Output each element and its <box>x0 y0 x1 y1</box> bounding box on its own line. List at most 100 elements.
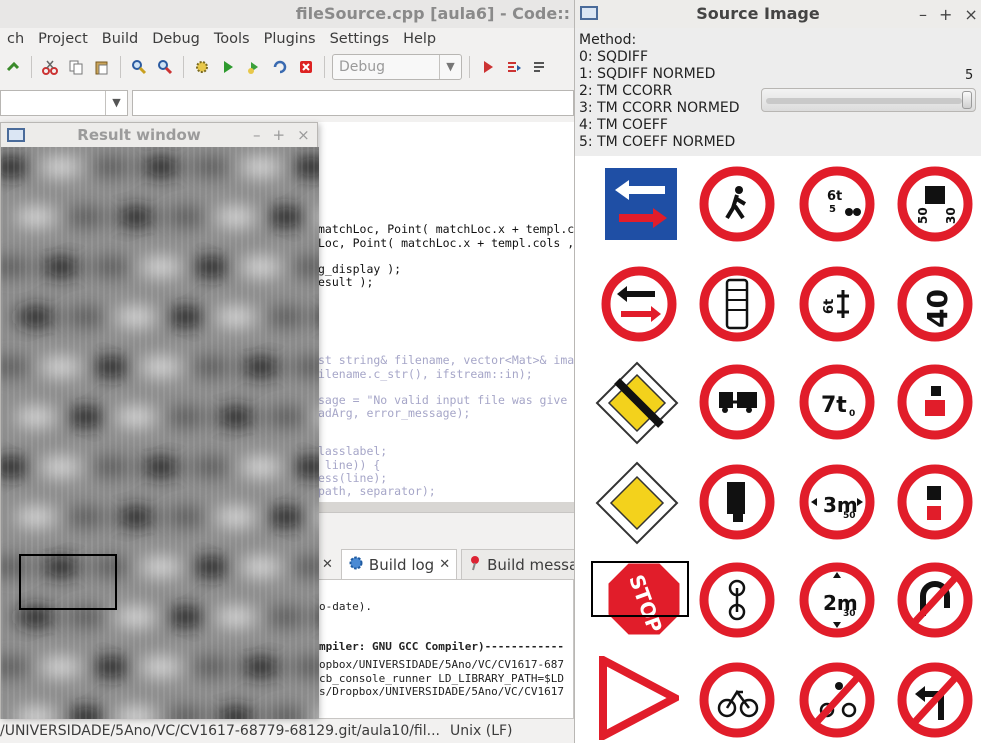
toolbar-divider <box>183 56 184 78</box>
code-line: adArg, error_message); <box>318 406 471 420</box>
axle-limit-label-a: 50 <box>916 207 930 224</box>
no-dangerous-goods-sign <box>895 362 975 442</box>
tab-previous-close[interactable]: ✕ <box>318 549 337 579</box>
one-way-priority-sign <box>605 168 685 248</box>
build-target-select[interactable]: Debug ▼ <box>332 54 462 80</box>
maximize-icon[interactable]: + <box>273 126 286 144</box>
logs-tab-bar: ✕ Build log ✕ Build message <box>318 549 604 579</box>
copy-icon[interactable] <box>65 56 87 78</box>
code-line: st string& filename, vector<Mat>& ima <box>318 353 575 367</box>
cut-icon[interactable] <box>39 56 61 78</box>
close-icon[interactable]: ✕ <box>439 557 450 572</box>
paste-icon[interactable] <box>91 56 113 78</box>
source-window-title: Source Image <box>696 4 820 23</box>
source-image-window: Source Image – + × Method: 0: SQDIFF 1: … <box>574 0 981 743</box>
method-trackbar[interactable] <box>761 88 976 112</box>
weight-limit-sub-label: 5 <box>829 204 836 215</box>
trackbar-handle[interactable] <box>962 91 972 109</box>
build-run-icon[interactable] <box>243 56 265 78</box>
method-option: 2: TM CCORR <box>579 83 673 99</box>
axle-weight-sign: 6t <box>797 264 877 344</box>
method-legend: Method: 0: SQDIFF 1: SQDIFF NORMED 2: TM… <box>579 32 740 151</box>
next-line-icon[interactable] <box>529 56 551 78</box>
status-line-endings: Unix (LF) <box>450 723 513 739</box>
method-header: Method: <box>579 32 637 48</box>
menu-bar: ch Project Build Debug Tools Plugins Set… <box>0 28 574 50</box>
ide-title-bar: fileSource.cpp [aula6] - Code:: <box>0 0 574 28</box>
width-limit-sign: 2m 30 <box>797 560 877 640</box>
no-overtaking-sign <box>895 462 975 542</box>
give-way-sign <box>599 656 679 740</box>
limit-7t-sub-label: 0 <box>849 409 855 419</box>
debug-run-icon[interactable] <box>477 56 499 78</box>
result-window-title: Result window <box>77 126 201 144</box>
no-buses-sign <box>697 264 777 344</box>
run-to-cursor-icon[interactable] <box>503 56 525 78</box>
rebuild-icon[interactable] <box>269 56 291 78</box>
scope-select[interactable]: ▼ <box>0 90 128 116</box>
code-line: path, separator); <box>318 484 436 498</box>
menu-item-build[interactable]: Build <box>95 28 145 50</box>
secondary-toolbar: ▼ <box>0 88 574 118</box>
build-gear-icon[interactable] <box>191 56 213 78</box>
speed-limit-label: 40 <box>921 289 954 328</box>
log-line: opbox/UNIVERSIDADE/5Ano/VC/CV1617-687 <box>319 658 565 671</box>
log-line: o-date). <box>319 600 372 613</box>
match-result-image <box>1 147 319 719</box>
minimize-icon[interactable]: – <box>919 5 927 24</box>
ide-title: fileSource.cpp [aula6] - Code:: <box>295 4 570 23</box>
height-limit-sign: 3m 50 <box>797 462 877 542</box>
width-limit-sub-label: 30 <box>843 609 856 619</box>
no-trucks-sign <box>697 462 777 542</box>
speed-limit-40-sign: 40 <box>895 264 975 344</box>
match-location-rectangle <box>19 554 117 610</box>
abort-icon[interactable] <box>295 56 317 78</box>
traffic-signs-image: 6t 5 50 30 6t 40 7t 0 3m 50 STOP 2m 30 <box>575 156 981 743</box>
status-bar: /UNIVERSIDADE/5Ano/VC/CV1617-68779-68129… <box>0 718 574 743</box>
menu-item-help[interactable]: Help <box>396 28 443 50</box>
close-icon[interactable]: × <box>964 5 977 24</box>
code-line: ess(line); <box>318 471 388 485</box>
menu-item-tools[interactable]: Tools <box>207 28 257 50</box>
menu-item-plugins[interactable]: Plugins <box>257 28 323 50</box>
tab-build-log[interactable]: Build log ✕ <box>340 549 458 579</box>
build-target-value: Debug <box>339 59 386 75</box>
tab-build-log-label: Build log <box>368 555 435 574</box>
match-result-heatmap <box>1 147 319 719</box>
code-line: sage = "No valid input file was give <box>318 393 568 407</box>
cog-icon <box>348 555 364 575</box>
find-icon[interactable] <box>128 56 150 78</box>
run-icon[interactable] <box>217 56 239 78</box>
weight-limit-sign: 6t 5 <box>797 164 877 244</box>
no-trailers-sign <box>697 362 777 442</box>
chevron-down-icon: ▼ <box>105 91 127 115</box>
end-of-priority-road-sign <box>595 361 679 445</box>
minimize-icon[interactable]: – <box>253 126 261 144</box>
symbol-select[interactable] <box>132 90 574 116</box>
toolbar-divider <box>31 56 32 78</box>
code-line: lasslabel; <box>318 444 388 458</box>
menu-item-search-partial[interactable]: ch <box>0 28 31 50</box>
height-weight-limit-sign: 7t 0 <box>797 362 877 442</box>
log-line: mpiler: GNU GCC Compiler)------------ <box>319 640 565 653</box>
method-option: 5: TM COEFF NORMED <box>579 134 736 150</box>
menu-item-settings[interactable]: Settings <box>323 28 396 50</box>
editor-horizontal-scrollbar[interactable] <box>318 502 574 512</box>
trackbar-groove <box>766 98 962 104</box>
menu-item-project[interactable]: Project <box>31 28 95 50</box>
result-window-title-bar[interactable]: Result window – + × <box>1 123 317 147</box>
axle-weight-label: 6t <box>822 299 837 314</box>
redo-icon[interactable] <box>2 56 24 78</box>
replace-icon[interactable] <box>154 56 176 78</box>
close-icon[interactable]: ✕ <box>322 557 333 572</box>
menu-item-debug[interactable]: Debug <box>145 28 207 50</box>
toolbar-divider <box>324 56 325 78</box>
no-mopeds-sign <box>797 660 877 740</box>
maximize-icon[interactable]: + <box>939 5 952 24</box>
log-line: cb_console_runner LD_LIBRARY_PATH=$LD <box>319 672 565 685</box>
close-icon[interactable]: × <box>297 126 310 144</box>
toolbar-divider <box>469 56 470 78</box>
priority-oncoming-sign <box>599 264 679 344</box>
toolbar-divider <box>120 56 121 78</box>
source-window-title-bar[interactable]: Source Image – + × <box>575 0 981 28</box>
